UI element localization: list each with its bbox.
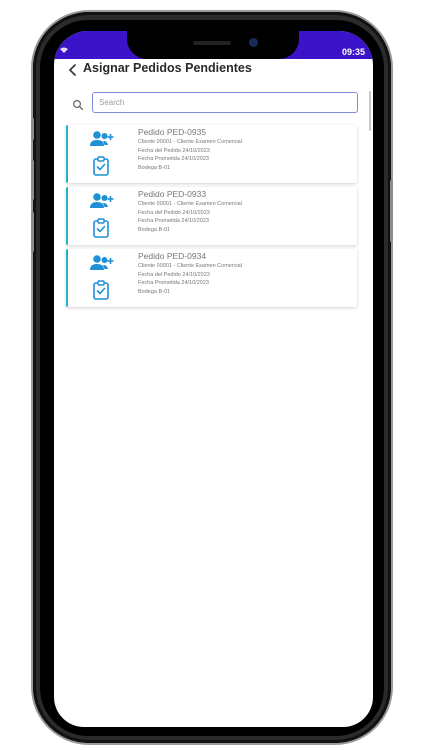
chevron-left-icon [69,64,76,76]
clipboard-check-icon[interactable] [92,218,110,238]
status-bar: 09:35 [54,31,373,59]
order-date: Fecha del Pedido 24/10/2023 [138,209,210,216]
assign-user-icon[interactable] [88,254,114,272]
page-title: Asignar Pedidos Pendientes [83,61,252,75]
search-input[interactable] [92,92,358,113]
front-camera [249,38,258,47]
scrollbar[interactable] [368,91,371,711]
order-date: Fecha del Pedido 24/10/2023 [138,147,210,154]
mute-switch [31,118,34,140]
order-client: Cliente 00001 - Cliente Examen Comercial [138,139,242,145]
search-icon [72,96,84,111]
order-title: Pedido PED-0933 [138,189,207,199]
order-date: Fecha del Pedido 24/10/2023 [138,271,210,278]
order-card[interactable]: Pedido PED-0933 Cliente 00001 - Cliente … [66,187,357,245]
order-warehouse: Bodega B-01 [138,226,171,233]
order-warehouse: Bodega B-01 [138,288,171,295]
order-client: Cliente 00001 - Cliente Examen Comercial [138,201,242,207]
header: Asignar Pedidos Pendientes [54,59,373,89]
order-title: Pedido PED-0935 [138,127,207,137]
assign-user-icon[interactable] [88,130,114,148]
order-promised-date: Fecha Prometida 24/10/2023 [138,156,209,163]
order-client: Cliente 00001 - Cliente Examen Comercial [138,263,242,269]
volume-up-button [31,160,34,200]
order-promised-date: Fecha Prometida 24/10/2023 [138,280,209,287]
power-button [390,180,393,242]
clipboard-check-icon[interactable] [92,156,110,176]
app-screen: 09:35 Asignar Pedidos Pendientes Search … [54,31,373,727]
order-card[interactable]: Pedido PED-0934 Cliente 00001 - Cliente … [66,249,357,307]
notch [127,31,299,59]
search-bar [70,92,360,114]
order-promised-date: Fecha Prometida 24/10/2023 [138,218,209,225]
volume-down-button [31,212,34,252]
speaker-grille [193,41,231,45]
order-title: Pedido PED-0934 [138,251,207,261]
wifi-icon [60,46,68,55]
orders-list: Pedido PED-0935 Cliente 00001 - Cliente … [66,125,357,311]
order-warehouse: Bodega B-01 [138,164,171,171]
order-card[interactable]: Pedido PED-0935 Cliente 00001 - Cliente … [66,125,357,183]
assign-user-icon[interactable] [88,192,114,210]
status-time: 09:35 [341,47,365,57]
back-button[interactable] [64,61,82,79]
scrollbar-thumb[interactable] [369,91,371,131]
clipboard-check-icon[interactable] [92,280,110,300]
